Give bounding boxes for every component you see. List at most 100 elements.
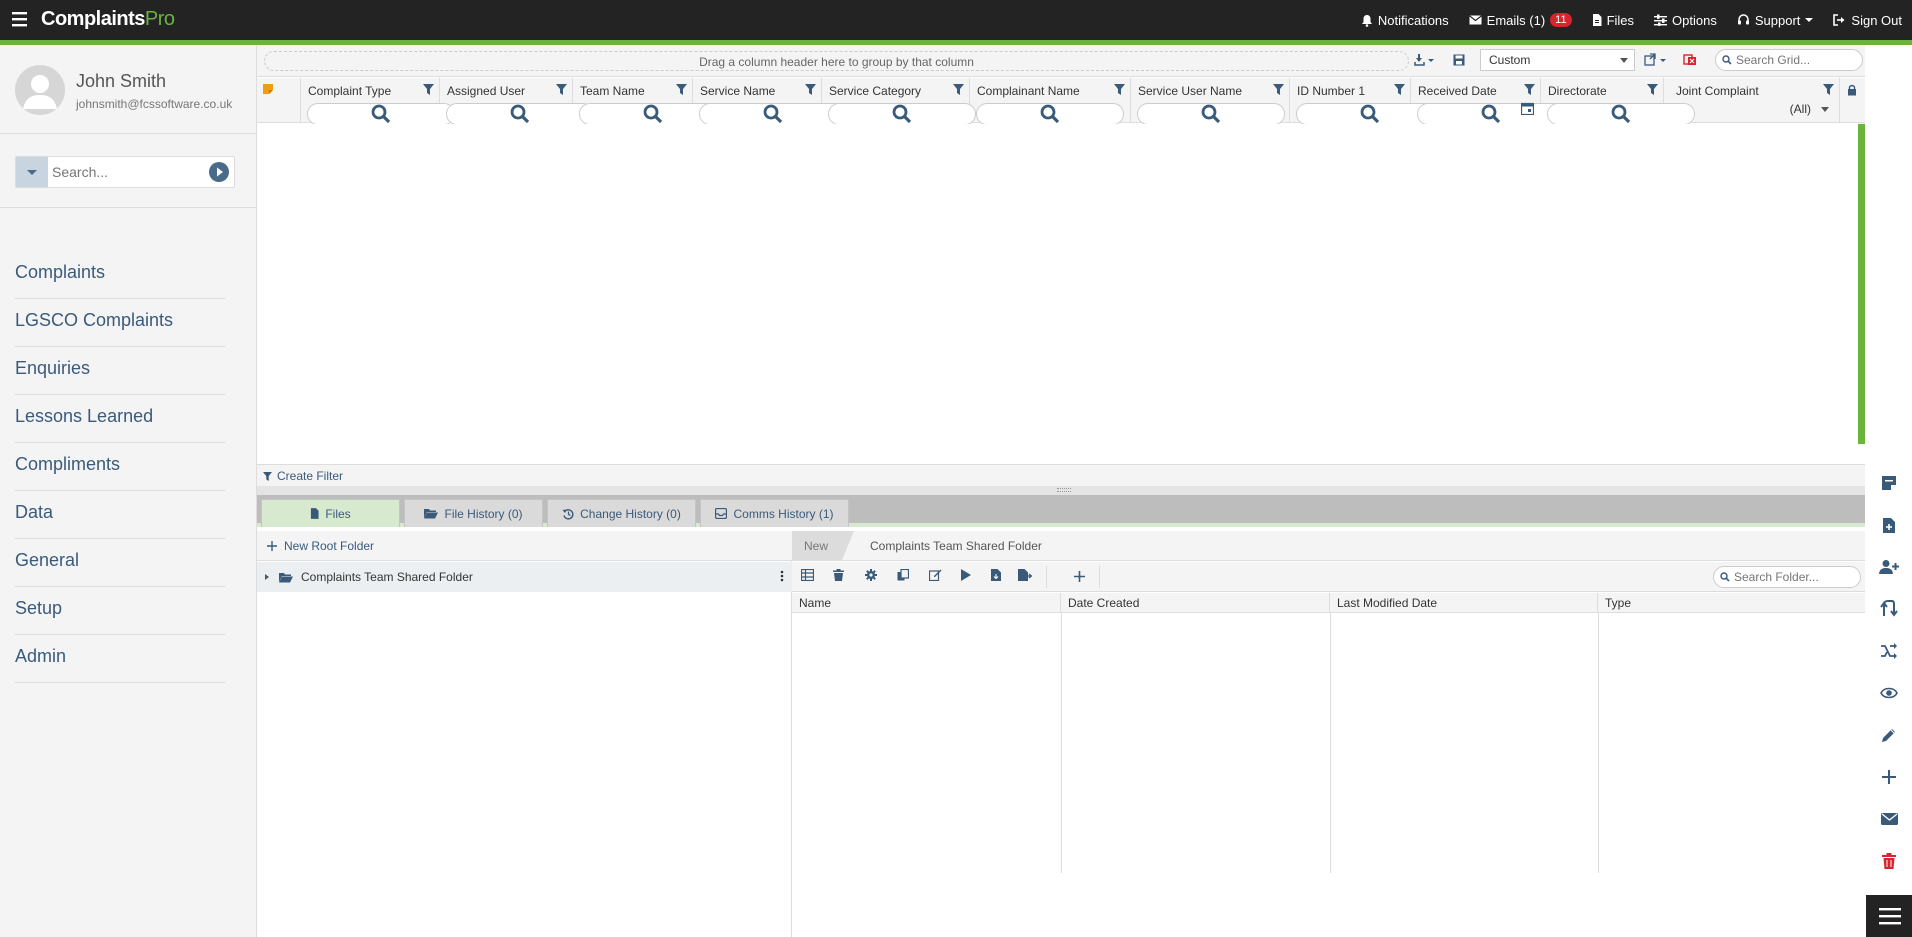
export-button[interactable] bbox=[1412, 49, 1438, 71]
app-logo[interactable]: ComplaintsPro bbox=[41, 8, 175, 31]
layout-select[interactable]: Custom bbox=[1480, 49, 1635, 71]
edit-icon[interactable] bbox=[929, 569, 942, 581]
note-tool-button[interactable] bbox=[1877, 471, 1901, 495]
search-icon[interactable] bbox=[828, 103, 976, 125]
search-icon[interactable] bbox=[976, 103, 1124, 125]
file-export-icon[interactable] bbox=[1018, 569, 1032, 581]
delete-tool-button[interactable] bbox=[1877, 849, 1901, 873]
sidebar-item-complaints[interactable]: Complaints bbox=[15, 251, 225, 299]
column-header-id-number-1[interactable]: ID Number 1 bbox=[1290, 78, 1444, 125]
filter-icon[interactable] bbox=[1524, 84, 1535, 95]
filter-icon[interactable] bbox=[556, 84, 567, 95]
files-column-date-created[interactable]: Date Created bbox=[1061, 593, 1330, 613]
share-layout-button[interactable] bbox=[1643, 49, 1669, 71]
breadcrumb-folder[interactable]: Complaints Team Shared Folder bbox=[870, 531, 1042, 561]
new-root-folder-button[interactable]: New Root Folder bbox=[257, 531, 792, 561]
add-user-tool-button[interactable] bbox=[1877, 555, 1901, 579]
filter-icon[interactable] bbox=[1823, 84, 1834, 95]
sidebar-item-lessons-learned[interactable]: Lessons Learned bbox=[15, 395, 225, 443]
notifications-link[interactable]: Notifications bbox=[1351, 0, 1459, 40]
breadcrumb-new[interactable]: New bbox=[792, 531, 854, 561]
column-header-complainant-name[interactable]: Complainant Name bbox=[970, 78, 1131, 125]
files-column-last-modified[interactable]: Last Modified Date bbox=[1330, 593, 1598, 613]
sidebar-item-enquiries[interactable]: Enquiries bbox=[15, 347, 225, 395]
tab-comms-history[interactable]: Comms History (1) bbox=[700, 499, 849, 527]
gear-icon[interactable] bbox=[865, 569, 877, 581]
column-header-service-category[interactable]: Service Category bbox=[822, 78, 976, 125]
copy-icon[interactable] bbox=[897, 569, 909, 581]
panel-splitter[interactable] bbox=[257, 486, 1865, 495]
filter-icon[interactable] bbox=[676, 84, 687, 95]
search-type-dropdown[interactable] bbox=[16, 157, 48, 187]
lock-icon[interactable] bbox=[1847, 84, 1857, 96]
calendar-icon[interactable] bbox=[1521, 102, 1534, 115]
file-download-icon[interactable] bbox=[991, 569, 1001, 581]
email-tool-button[interactable] bbox=[1877, 807, 1901, 831]
avatar bbox=[15, 65, 65, 115]
note-icon[interactable] bbox=[263, 84, 273, 94]
options-link[interactable]: Options bbox=[1644, 0, 1727, 40]
column-header-directorate[interactable]: Directorate bbox=[1541, 78, 1695, 125]
sidebar-search-input[interactable] bbox=[52, 157, 202, 187]
filter-icon[interactable] bbox=[1647, 84, 1658, 95]
hamburger-icon[interactable] bbox=[10, 10, 30, 28]
files-column-name[interactable]: Name bbox=[792, 593, 1061, 613]
clear-filters-button[interactable] bbox=[1677, 49, 1703, 71]
caret-right-icon[interactable] bbox=[263, 573, 271, 581]
tab-file-history[interactable]: File History (0) bbox=[404, 499, 543, 527]
folder-search-input[interactable] bbox=[1734, 569, 1854, 585]
search-go-button[interactable] bbox=[209, 162, 229, 182]
transfer-tool-button[interactable] bbox=[1877, 597, 1901, 621]
group-drop-zone[interactable]: Drag a column header here to group by th… bbox=[264, 51, 1409, 71]
save-layout-button[interactable] bbox=[1446, 49, 1472, 71]
filter-icon[interactable] bbox=[1114, 84, 1125, 95]
chevron-down-icon[interactable] bbox=[1821, 107, 1829, 112]
files-link[interactable]: Files bbox=[1582, 0, 1644, 40]
tab-files[interactable]: Files bbox=[261, 499, 400, 527]
tree-node-shared-folder[interactable]: Complaints Team Shared Folder bbox=[257, 562, 792, 592]
search-icon[interactable] bbox=[446, 103, 594, 125]
filter-icon[interactable] bbox=[1394, 84, 1405, 95]
column-header-complaint-type[interactable]: Complaint Type bbox=[301, 78, 455, 125]
sidebar-item-general[interactable]: General bbox=[15, 539, 225, 587]
grid-scrollbar[interactable] bbox=[1858, 124, 1865, 444]
column-header-received-date[interactable]: Received Date bbox=[1411, 78, 1565, 125]
tab-change-history[interactable]: Change History (0) bbox=[547, 499, 696, 527]
emails-link[interactable]: Emails (1) 11 bbox=[1459, 0, 1582, 40]
sidebar-item-data[interactable]: Data bbox=[15, 491, 225, 539]
grid-body bbox=[257, 124, 1865, 464]
search-icon[interactable] bbox=[1137, 103, 1285, 125]
search-icon[interactable] bbox=[307, 103, 455, 125]
files-column-type[interactable]: Type bbox=[1598, 593, 1865, 613]
document-tool-button[interactable] bbox=[1877, 513, 1901, 537]
view-tool-button[interactable] bbox=[1877, 681, 1901, 705]
column-header-service-name[interactable]: Service Name bbox=[693, 78, 847, 125]
column-header-joint-complaint[interactable]: Joint Complaint (All) bbox=[1664, 78, 1840, 123]
route-tool-button[interactable] bbox=[1877, 639, 1901, 663]
filter-icon[interactable] bbox=[1273, 84, 1284, 95]
create-filter-button[interactable]: Create Filter bbox=[263, 469, 343, 483]
filter-icon[interactable] bbox=[805, 84, 816, 95]
sidebar-item-lgsco-complaints[interactable]: LGSCO Complaints bbox=[15, 299, 225, 347]
play-icon bbox=[217, 167, 223, 177]
add-tool-button[interactable] bbox=[1877, 765, 1901, 789]
sidebar-item-compliments[interactable]: Compliments bbox=[15, 443, 225, 491]
quick-menu-button[interactable] bbox=[1866, 895, 1912, 937]
edit-tool-button[interactable] bbox=[1877, 723, 1901, 747]
column-header-assigned-user[interactable]: Assigned User bbox=[440, 78, 594, 125]
filter-icon[interactable] bbox=[953, 84, 964, 95]
grid-search-input[interactable] bbox=[1736, 52, 1856, 68]
trash-icon[interactable] bbox=[833, 569, 844, 581]
sidebar-item-admin[interactable]: Admin bbox=[15, 635, 225, 683]
plus-icon[interactable] bbox=[1074, 571, 1085, 582]
sign-out-link[interactable]: Sign Out bbox=[1823, 0, 1912, 40]
sidebar-item-setup[interactable]: Setup bbox=[15, 587, 225, 635]
grid-view-icon[interactable] bbox=[801, 569, 814, 581]
column-header-service-user-name[interactable]: Service User Name bbox=[1131, 78, 1290, 125]
joint-complaint-filter-value[interactable]: (All) bbox=[1790, 102, 1811, 116]
play-icon[interactable] bbox=[961, 569, 971, 581]
column-header-team-name[interactable]: Team Name bbox=[573, 78, 727, 125]
kebab-icon[interactable] bbox=[780, 570, 784, 582]
support-menu[interactable]: Support bbox=[1727, 0, 1824, 40]
filter-icon[interactable] bbox=[423, 84, 434, 95]
